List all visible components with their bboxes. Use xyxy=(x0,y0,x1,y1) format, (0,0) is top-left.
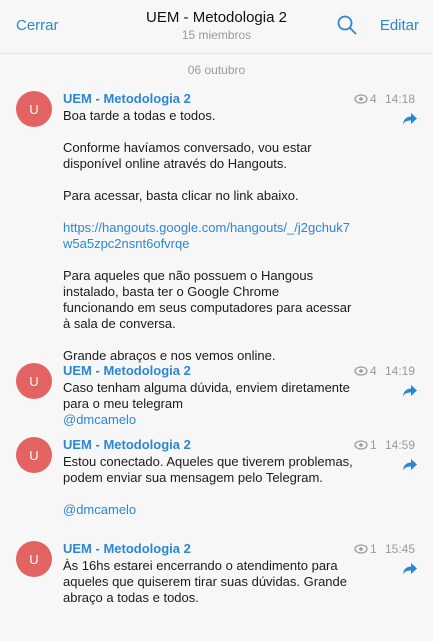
message-paragraph: Para aqueles que não possuem o Hangous i… xyxy=(63,268,352,331)
message-time: 15:45 xyxy=(385,542,416,556)
share-icon[interactable] xyxy=(402,112,418,126)
top-bar: Cerrar UEM - Metodologia 2 15 miembros E… xyxy=(0,0,433,54)
view-count-value: 1 xyxy=(370,438,377,452)
message-author[interactable]: UEM - Metodologia 2 xyxy=(63,437,191,452)
eye-icon xyxy=(354,94,368,104)
avatar[interactable]: U xyxy=(16,91,52,127)
view-count: 4 xyxy=(354,364,377,378)
message-text: Às 16hs estarei encerrando o atendimento… xyxy=(63,558,353,606)
avatar[interactable]: U xyxy=(16,541,52,577)
message-text: Estou conectado. Aqueles que tiverem pro… xyxy=(63,454,353,518)
share-icon[interactable] xyxy=(402,458,418,472)
eye-icon xyxy=(354,366,368,376)
message-paragraph: Conforme havíamos conversado, vou estar … xyxy=(63,140,312,171)
hangouts-link[interactable]: https://hangouts.google.com/hangouts/_/j… xyxy=(63,220,353,252)
view-count: 4 xyxy=(354,92,377,106)
message-time: 14:59 xyxy=(385,438,416,452)
message-paragraph: Caso tenham alguma dúvida, enviem direta… xyxy=(63,380,350,411)
message-text: Caso tenham alguma dúvida, enviem direta… xyxy=(63,380,353,428)
view-count: 1 xyxy=(354,542,377,556)
avatar[interactable]: U xyxy=(16,437,52,473)
message[interactable]: U UEM - Metodologia 2 1 14:59 Estou cone… xyxy=(0,432,433,536)
view-count-value: 4 xyxy=(370,92,377,106)
message-paragraph: Às 16hs estarei encerrando o atendimento… xyxy=(63,558,347,605)
message-author[interactable]: UEM - Metodologia 2 xyxy=(63,91,191,106)
chat-title: UEM - Metodologia 2 xyxy=(146,9,287,26)
message[interactable]: U UEM - Metodologia 2 4 14:18 Boa tarde … xyxy=(0,86,433,363)
message[interactable]: U UEM - Metodologia 2 1 15:45 Às 16hs es… xyxy=(0,536,433,608)
message-time: 14:18 xyxy=(385,92,416,106)
message-time: 14:19 xyxy=(385,364,416,378)
search-icon[interactable] xyxy=(336,14,358,36)
message-paragraph: Boa tarde a todas e todos. xyxy=(63,108,216,123)
date-separator: 06 outubro xyxy=(187,63,246,77)
message-text: Boa tarde a todas e todos. Conforme haví… xyxy=(63,108,353,364)
view-count-value: 4 xyxy=(370,364,377,378)
share-icon[interactable] xyxy=(402,562,418,576)
message-paragraph: Para acessar, basta clicar no link abaix… xyxy=(63,188,299,203)
message-feed[interactable]: U UEM - Metodologia 2 4 14:18 Boa tarde … xyxy=(0,86,433,608)
message[interactable]: U UEM - Metodologia 2 4 14:19 Caso tenha… xyxy=(0,358,433,432)
username-mention[interactable]: @dmcamelo xyxy=(63,412,353,428)
chat-title-block[interactable]: UEM - Metodologia 2 15 miembros xyxy=(0,9,433,43)
avatar[interactable]: U xyxy=(16,363,52,399)
message-author[interactable]: UEM - Metodologia 2 xyxy=(63,541,191,556)
message-paragraph: Estou conectado. Aqueles que tiverem pro… xyxy=(63,454,353,485)
view-count-value: 1 xyxy=(370,542,377,556)
eye-icon xyxy=(354,544,368,554)
message-author[interactable]: UEM - Metodologia 2 xyxy=(63,363,191,378)
edit-button[interactable]: Editar xyxy=(380,17,419,34)
member-count: 15 miembros xyxy=(181,28,252,42)
view-count: 1 xyxy=(354,438,377,452)
share-icon[interactable] xyxy=(402,384,418,398)
username-mention[interactable]: @dmcamelo xyxy=(63,502,353,518)
eye-icon xyxy=(354,440,368,450)
